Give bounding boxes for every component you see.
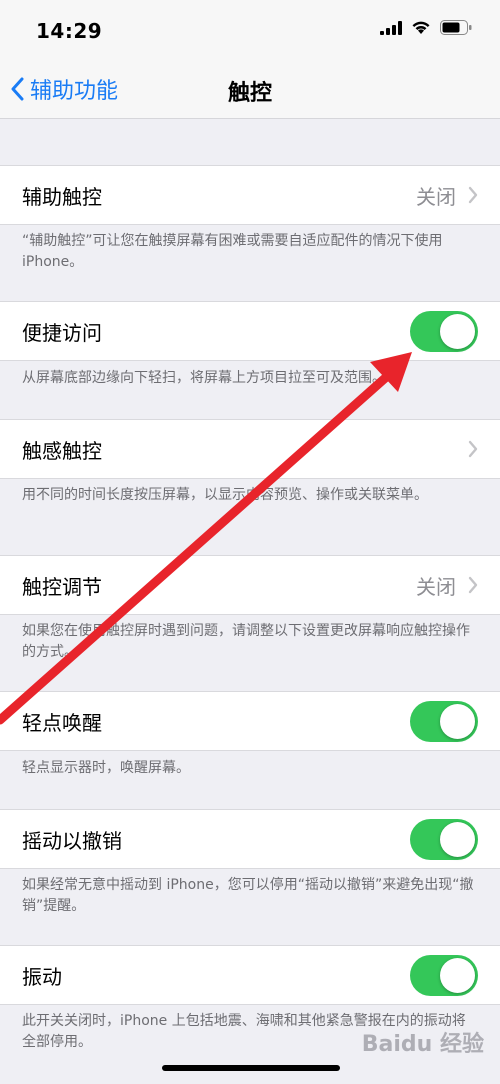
assistive-touch-row[interactable]: 辅助触控 关闭 bbox=[0, 166, 500, 224]
row-label: 便捷访问 bbox=[22, 320, 102, 345]
wifi-icon bbox=[412, 21, 430, 34]
battery-icon bbox=[440, 20, 472, 35]
status-time: 14:29 bbox=[36, 19, 103, 43]
chevron-right-icon bbox=[468, 440, 478, 458]
haptic-touch-footer: 用不同的时间长度按压屏幕，以显示内容预览、操作或关联菜单。 bbox=[22, 487, 428, 503]
tap-to-wake-toggle[interactable] bbox=[410, 700, 478, 742]
tap-to-wake-row: 轻点唤醒 bbox=[0, 692, 500, 750]
annotation-arrow bbox=[0, 352, 412, 725]
reachability-group: 便捷访问 bbox=[0, 301, 500, 361]
status-bar: 14:29 bbox=[0, 0, 500, 60]
tap-to-wake-footer: 轻点显示器时，唤醒屏幕。 bbox=[22, 760, 190, 776]
row-label: 触控调节 bbox=[22, 574, 102, 599]
haptic-touch-row[interactable]: 触感触控 bbox=[0, 420, 500, 478]
touch-accommodations-row[interactable]: 触控调节 关闭 bbox=[0, 556, 500, 614]
assistive-touch-group: 辅助触控 关闭 bbox=[0, 165, 500, 225]
toggle-knob bbox=[440, 313, 475, 349]
cellular-signal-icon bbox=[380, 20, 402, 35]
tap-to-wake-group: 轻点唤醒 bbox=[0, 691, 500, 751]
reachability-footer: 从屏幕底部边缘向下轻扫，将屏幕上方项目拉至可及范围。 bbox=[22, 370, 386, 386]
vibration-toggle[interactable] bbox=[410, 954, 478, 996]
row-value: 关闭 bbox=[416, 184, 456, 209]
row-label: 轻点唤醒 bbox=[22, 710, 102, 735]
shake-to-undo-footer: 如果经常无意中摇动到 iPhone，您可以停用“摇动以撤销”来避免出现“撤销”提… bbox=[22, 877, 474, 914]
toggle-knob bbox=[440, 821, 475, 857]
reachability-toggle[interactable] bbox=[410, 310, 478, 352]
row-label: 振动 bbox=[22, 964, 62, 989]
status-icons bbox=[380, 20, 472, 35]
home-indicator bbox=[162, 1065, 340, 1071]
chevron-right-icon bbox=[468, 186, 478, 204]
navigation-bar: 辅助功能 触控 bbox=[0, 60, 500, 119]
row-value: 关闭 bbox=[416, 574, 456, 599]
assistive-touch-footer: “辅助触控”可让您在触摸屏幕有困难或需要自适应配件的情况下使用 iPhone。 bbox=[22, 233, 443, 270]
chevron-right-icon bbox=[468, 576, 478, 594]
watermark-logo: Baidu 经验 bbox=[361, 1032, 484, 1057]
toggle-knob bbox=[440, 957, 475, 993]
touch-accommodations-footer: 如果您在使用触控屏时遇到问题，请调整以下设置更改屏幕响应触控操作的方式。 bbox=[22, 623, 470, 660]
row-label: 摇动以撤销 bbox=[22, 828, 122, 853]
row-label: 辅助触控 bbox=[22, 184, 102, 209]
reachability-row: 便捷访问 bbox=[0, 302, 500, 360]
vibration-row: 振动 bbox=[0, 946, 500, 1004]
haptic-touch-group: 触感触控 bbox=[0, 419, 500, 479]
shake-to-undo-toggle[interactable] bbox=[410, 818, 478, 860]
touch-accommodations-group: 触控调节 关闭 bbox=[0, 555, 500, 615]
shake-to-undo-group: 摇动以撤销 bbox=[0, 809, 500, 869]
row-label: 触感触控 bbox=[22, 438, 102, 463]
page-title: 触控 bbox=[227, 81, 272, 106]
shake-to-undo-row: 摇动以撤销 bbox=[0, 810, 500, 868]
vibration-group: 振动 bbox=[0, 945, 500, 1005]
toggle-knob bbox=[440, 703, 475, 739]
